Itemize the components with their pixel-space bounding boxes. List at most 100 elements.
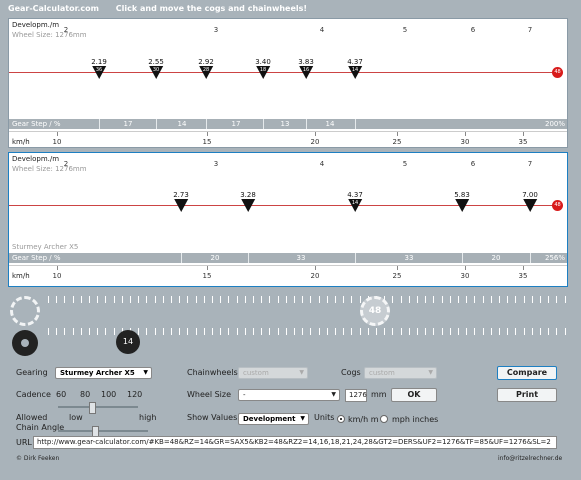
ruler-tick <box>212 296 213 303</box>
gear-step-value: 33 <box>296 254 306 262</box>
compare-button[interactable]: Compare <box>497 366 557 380</box>
header-message: Click and move the cogs and chainwheels! <box>115 4 308 13</box>
gear-marker[interactable]: 3.83 16 <box>298 58 314 79</box>
chain-angle-slider[interactable] <box>58 426 148 438</box>
gear-triangle-icon: 14 <box>348 66 362 79</box>
unit-mph-radio[interactable] <box>380 415 388 423</box>
unit-kmh-label: km/h m <box>348 415 379 424</box>
gearing-panel-2[interactable]: Developm./m Wheel Size: 1276mm 2 3 4 5 6… <box>8 152 568 287</box>
ruler-tick <box>499 296 500 303</box>
ruler-tick <box>433 328 434 335</box>
cadence-slider[interactable] <box>58 402 138 414</box>
cogs-select[interactable]: custom ▼ <box>364 367 437 379</box>
gear-marker[interactable]: 2.55 30 <box>148 58 164 79</box>
ruler-tick <box>155 296 156 303</box>
ruler-tick <box>540 296 541 303</box>
chainwheels-label: Chainwheels <box>187 368 238 377</box>
ruler-tick <box>417 296 418 303</box>
gear-step-value: 20 <box>210 254 220 262</box>
ruler-tick <box>130 296 131 303</box>
gear-marker[interactable]: 7.00 <box>522 191 538 212</box>
dev-tick: 2 <box>63 160 69 168</box>
gearing-label: Gearing <box>16 368 48 377</box>
gear-marker[interactable]: 5.83 <box>454 191 470 212</box>
contact-link[interactable]: info@ritzelrechner.de <box>498 455 562 462</box>
ruler-tick <box>294 328 295 335</box>
gear-marker[interactable]: 2.73 <box>173 191 189 212</box>
chainwheels-select[interactable]: custom ▼ <box>238 367 308 379</box>
ruler-tick <box>351 296 352 303</box>
gear-step-value: 14 <box>177 120 187 128</box>
ruler-tick <box>458 296 459 303</box>
chainwheels-value: custom <box>243 369 269 377</box>
ruler-tick <box>401 296 402 303</box>
gear-marker[interactable]: 3.40 18 <box>255 58 271 79</box>
print-button[interactable]: Print <box>497 388 557 402</box>
ruler-tick <box>204 328 205 335</box>
ruler-tick <box>351 328 352 335</box>
ruler-tick <box>392 328 393 335</box>
kmh-tick: 25 <box>392 272 402 280</box>
ruler-tick <box>515 296 516 303</box>
unit-kmh-radio[interactable] <box>337 415 345 423</box>
gear-value: 4.37 <box>347 58 363 66</box>
gear-cog: 30 <box>152 67 160 73</box>
gear-value: 2.19 <box>91 58 107 66</box>
ruler-tick <box>269 296 270 303</box>
chainwheel-marker[interactable]: 48 <box>552 200 563 211</box>
ruler-tick <box>105 296 106 303</box>
show-values-select[interactable]: Development ▼ <box>238 413 309 425</box>
ruler-tick <box>171 296 172 303</box>
selected-cog-icon[interactable]: 14 <box>116 330 140 354</box>
dev-tick: 7 <box>527 26 533 34</box>
ruler-tick <box>261 296 262 303</box>
gear-step-value: 17 <box>123 120 133 128</box>
ruler-tick <box>491 328 492 335</box>
mm-unit-label: mm <box>371 390 387 399</box>
ruler-tick <box>433 296 434 303</box>
ruler-tick <box>237 296 238 303</box>
dropdown-arrow-icon: ▼ <box>331 391 336 398</box>
kmh-tick: 10 <box>52 272 62 280</box>
url-input[interactable]: http://www.gear-calculator.com/#KB=48&RZ… <box>33 436 557 449</box>
chainwheel-cog-icon[interactable] <box>10 296 40 326</box>
gear-value: 2.73 <box>173 191 189 199</box>
ruler-tick <box>122 296 123 303</box>
gearing-select[interactable]: Sturmey Archer X5 ▼ <box>55 367 152 379</box>
dropdown-arrow-icon: ▼ <box>428 369 433 376</box>
ok-button[interactable]: OK <box>391 388 437 402</box>
ruler-tick <box>532 328 533 335</box>
chainwheel-marker[interactable]: 48 <box>552 67 563 78</box>
ruler-tick <box>228 328 229 335</box>
selected-chainwheel-icon[interactable]: 48 <box>360 296 390 326</box>
gear-step-bar: Gear Step / % 17 14 17 13 14 200% <box>9 119 567 129</box>
gear-step-value: 17 <box>231 120 241 128</box>
cog-black-icon[interactable] <box>12 330 38 356</box>
gear-value: 3.40 <box>255 58 271 66</box>
gear-marker[interactable]: 2.92 28 <box>198 58 214 79</box>
gear-triangle-icon: 18 <box>256 66 270 79</box>
ruler-tick <box>327 296 328 303</box>
ruler-tick <box>286 328 287 335</box>
dropdown-arrow-icon: ▼ <box>143 369 148 376</box>
dev-tick: 7 <box>527 160 533 168</box>
wheel-size-select[interactable]: - ▼ <box>238 389 340 401</box>
brand-link[interactable]: Gear-Calculator.com <box>8 4 99 13</box>
gear-marker[interactable]: 3.28 <box>240 191 256 212</box>
dev-tick: 3 <box>213 26 219 34</box>
copyright-text: © Dirk Feeken <box>16 455 60 462</box>
chainwheel-ruler[interactable] <box>10 296 570 306</box>
wheel-mm-input[interactable]: 1276 <box>345 389 367 402</box>
gear-marker[interactable]: 4.37 14 <box>347 191 363 212</box>
gearing-panel-1[interactable]: Developm./m Wheel Size: 1276mm 2 3 4 5 6… <box>8 18 568 148</box>
cog-ruler[interactable] <box>10 328 570 338</box>
gear-cog: 18 <box>259 67 267 73</box>
gear-triangle-icon: 30 <box>149 66 163 79</box>
gear-marker[interactable]: 2.19 36 <box>91 58 107 79</box>
cadence-slider-handle[interactable] <box>89 402 96 414</box>
ruler-tick <box>466 296 467 303</box>
gear-marker[interactable]: 4.37 14 <box>347 58 363 79</box>
ruler-tick <box>425 296 426 303</box>
ruler-tick <box>556 296 557 303</box>
wheel-size-label: Wheel Size <box>187 390 232 399</box>
